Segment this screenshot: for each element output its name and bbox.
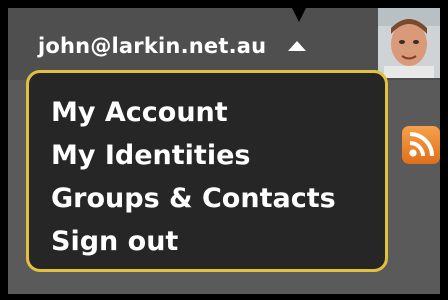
account-menu-button[interactable]: john@larkin.net.au	[38, 30, 307, 62]
account-menu-list: My Account My Identities Groups & Contac…	[29, 73, 385, 263]
menu-item-my-identities[interactable]: My Identities	[51, 134, 385, 177]
user-photo-icon	[378, 8, 440, 78]
menu-item-groups-contacts[interactable]: Groups & Contacts	[51, 177, 385, 220]
avatar[interactable]	[378, 8, 440, 78]
menu-item-sign-out[interactable]: Sign out	[51, 220, 385, 263]
account-email: john@larkin.net.au	[38, 34, 267, 58]
account-dropdown-menu: My Account My Identities Groups & Contac…	[26, 70, 388, 272]
caret-up-icon	[288, 41, 307, 51]
rss-symbol-icon	[409, 132, 434, 157]
pointer-notch-icon	[292, 8, 306, 22]
menu-item-my-account[interactable]: My Account	[51, 91, 385, 134]
rss-feed-icon[interactable]	[402, 126, 440, 164]
